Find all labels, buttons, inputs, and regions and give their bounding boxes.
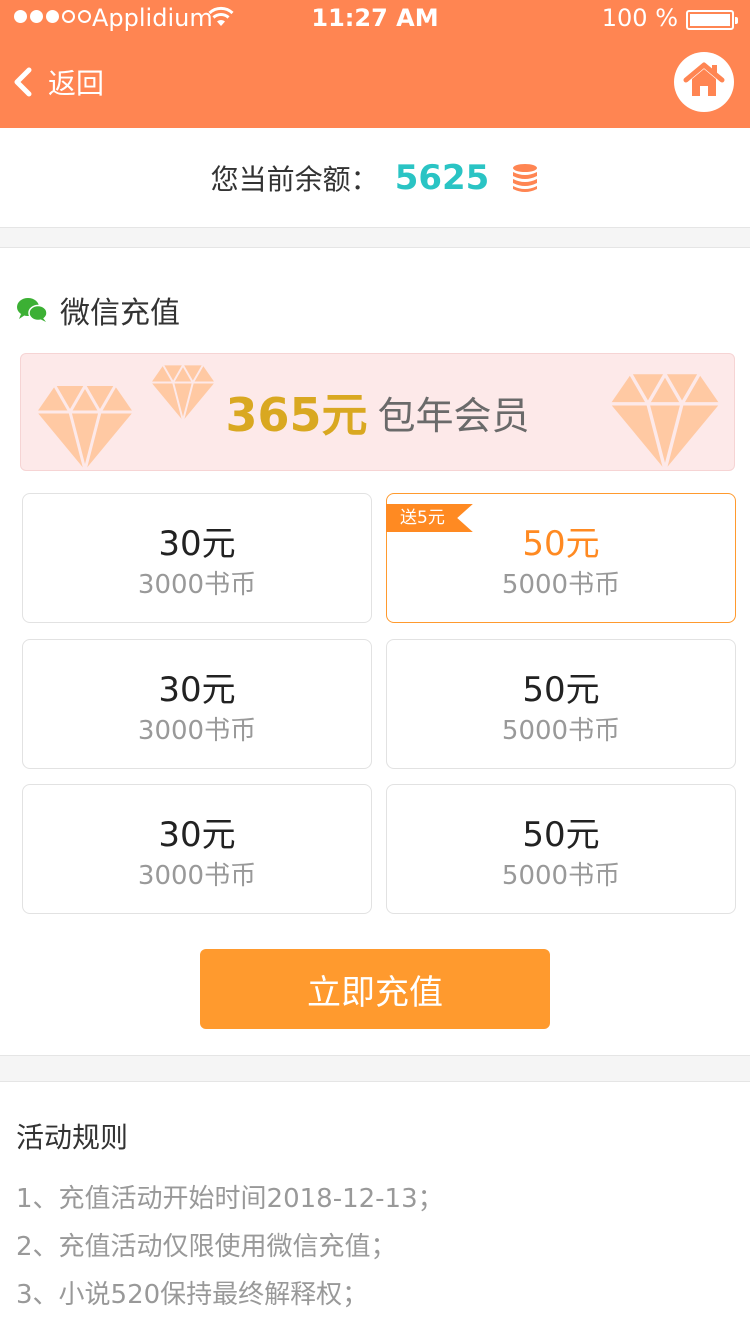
diamond-icon <box>37 384 133 470</box>
balance-value: 5625 <box>394 157 490 198</box>
package-price: 30元 <box>158 670 236 710</box>
package-coins: 5000书币 <box>501 716 621 746</box>
package-option[interactable]: 50元 5000书币 <box>386 784 736 914</box>
package-option-selected[interactable]: 送5元 50元 5000书币 <box>386 493 736 623</box>
diamond-icon <box>151 364 215 421</box>
battery-percent: 100 % <box>601 4 678 32</box>
wechat-icon <box>16 296 48 324</box>
package-coins: 3000书币 <box>137 861 257 891</box>
rule-item: 2、充值活动仅限使用微信充值； <box>16 1232 397 1262</box>
back-label: 返回 <box>48 67 105 100</box>
home-icon <box>683 61 725 103</box>
section-title-wechat: 微信充值 <box>16 288 180 332</box>
annual-price: 365元 <box>225 388 368 442</box>
rules-section: 活动规则 1、充值活动开始时间2018-12-13； 2、充值活动仅限使用微信充… <box>0 1081 750 1334</box>
battery-icon <box>686 10 738 30</box>
diamond-icon <box>610 372 720 470</box>
header-bar: Applidium 11:27 AM 100 % 返回 <box>0 0 750 128</box>
bonus-badge: 送5元 <box>386 504 473 532</box>
package-coins: 3000书币 <box>137 570 257 600</box>
coin-stack-icon <box>511 163 539 193</box>
package-price: 50元 <box>522 670 600 710</box>
recharge-now-button[interactable]: 立即充值 <box>200 949 550 1029</box>
balance-row: 您当前余额： 5625 <box>0 128 750 228</box>
rules-title: 活动规则 <box>16 1121 129 1154</box>
package-price: 30元 <box>158 524 236 564</box>
package-coins: 3000书币 <box>137 716 257 746</box>
status-bar: Applidium 11:27 AM 100 % <box>0 0 750 40</box>
package-option[interactable]: 30元 3000书币 <box>22 784 372 914</box>
recharge-card: 微信充值 365元 包年会员 30元 3000书币 送5元 50元 5000书币… <box>0 247 750 1056</box>
package-option[interactable]: 30元 3000书币 <box>22 639 372 769</box>
package-coins: 5000书币 <box>501 570 621 600</box>
package-price: 30元 <box>158 815 236 855</box>
package-option[interactable]: 30元 3000书币 <box>22 493 372 623</box>
home-button[interactable] <box>674 52 734 112</box>
section-title-text: 微信充值 <box>60 296 180 331</box>
package-option[interactable]: 50元 5000书币 <box>386 639 736 769</box>
balance-label: 您当前余额： <box>210 162 379 196</box>
chevron-left-icon <box>12 64 40 100</box>
back-button[interactable]: 返回 <box>12 62 104 102</box>
rule-item: 1、充值活动开始时间2018-12-13； <box>16 1184 444 1214</box>
rule-item: 3、小说520保持最终解释权； <box>16 1280 369 1310</box>
package-price: 50元 <box>522 815 600 855</box>
package-coins: 5000书币 <box>501 861 621 891</box>
annual-label: 包年会员 <box>377 393 530 438</box>
annual-membership-banner[interactable]: 365元 包年会员 <box>20 353 735 471</box>
